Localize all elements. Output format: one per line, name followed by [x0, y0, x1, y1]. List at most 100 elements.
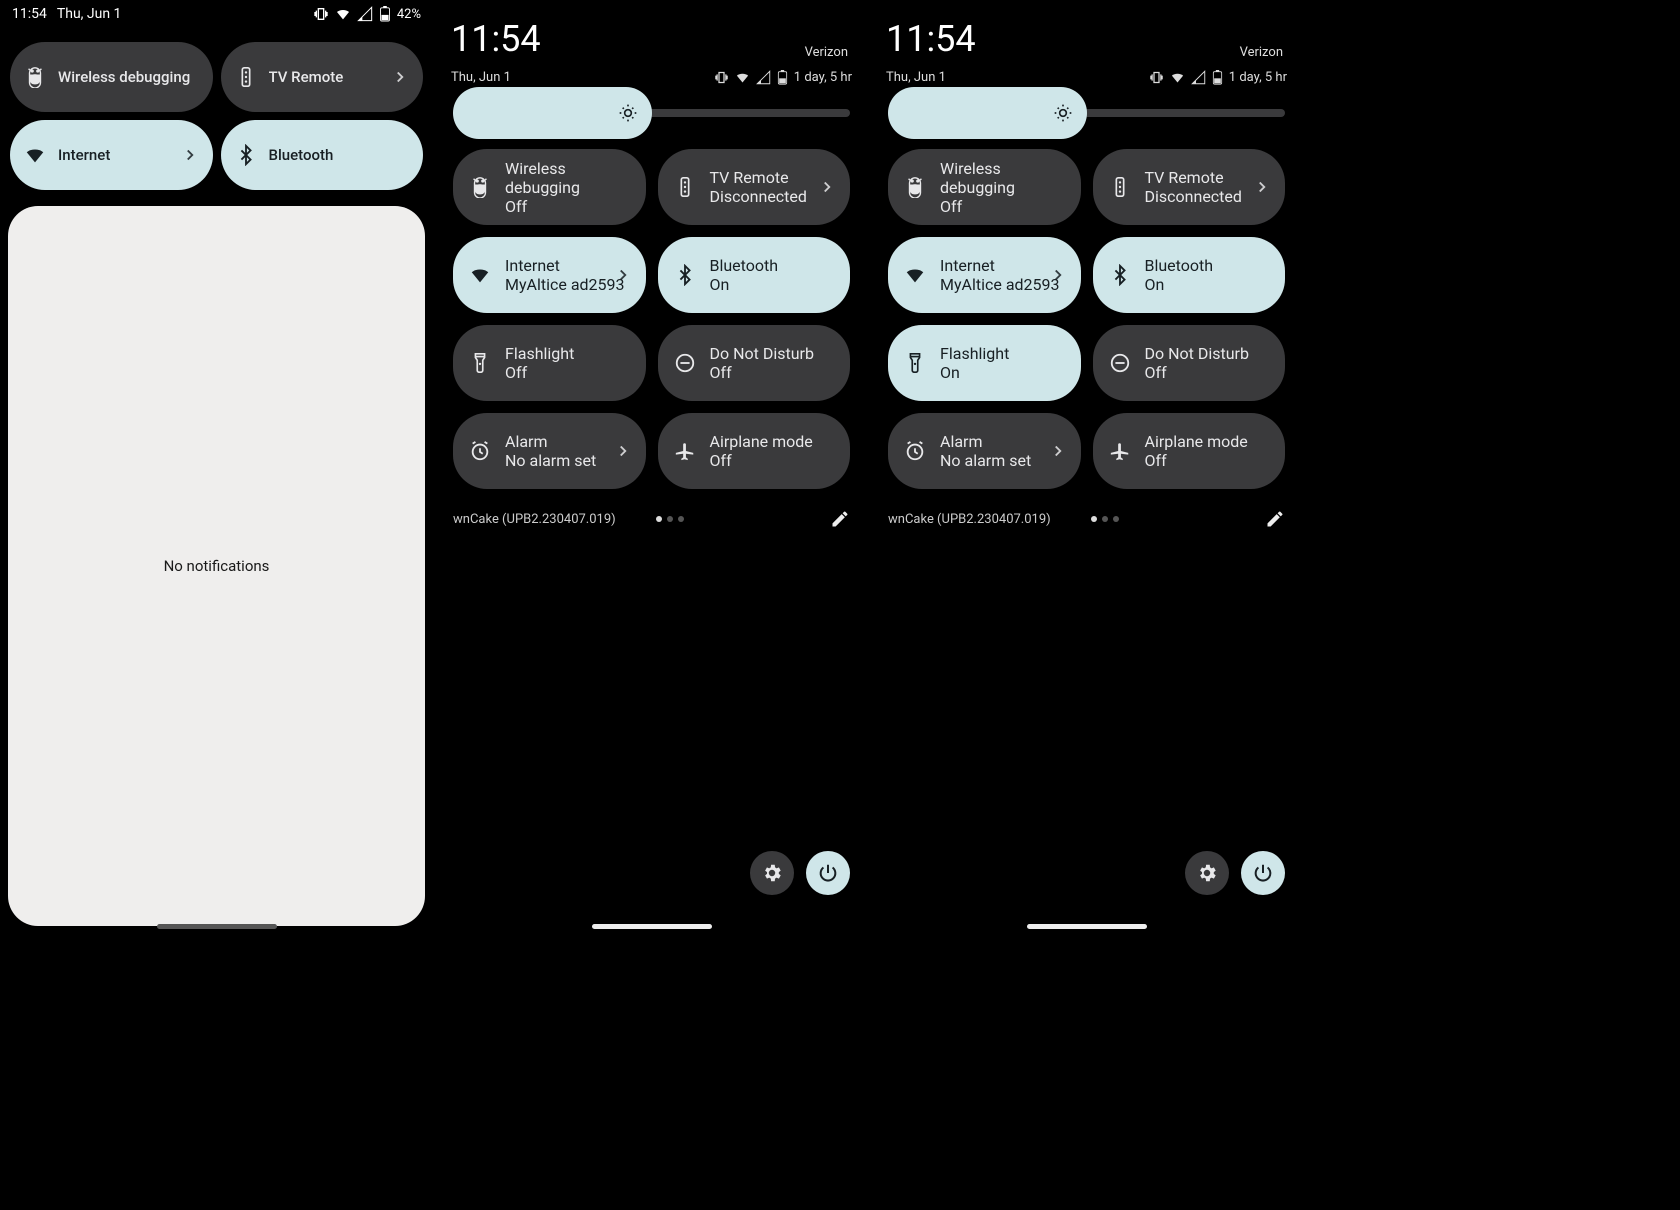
wifi-icon — [469, 264, 491, 286]
build-label: wnCake (UPB2.230407.019) — [888, 512, 1051, 527]
chevron-right-icon — [614, 442, 632, 460]
bluetooth-icon — [674, 264, 696, 286]
wifi-icon — [735, 70, 750, 85]
tile-sublabel: Off — [1145, 363, 1249, 382]
no-notifications-text: No notifications — [164, 557, 270, 575]
tile-airplane-mode[interactable]: Airplane modeOff — [658, 413, 851, 489]
date-label: Thu, Jun 1 — [886, 70, 946, 85]
tile-wireless-debugging[interactable]: Wireless debuggingOff — [453, 149, 646, 225]
bluetooth-icon — [235, 144, 257, 166]
clock: 11:54 — [451, 18, 541, 60]
brightness-icon — [618, 103, 638, 123]
tile-label: Bluetooth — [710, 256, 779, 275]
quick-tiles-grid: Wireless debuggingOffTV RemoteDisconnect… — [870, 127, 1303, 499]
tile-alarm[interactable]: AlarmNo alarm set — [888, 413, 1081, 489]
chevron-right-icon — [818, 178, 836, 196]
tile-bluetooth[interactable]: Bluetooth — [221, 120, 424, 190]
battery-pct: 42% — [397, 7, 421, 22]
signal-icon — [1191, 70, 1206, 85]
settings-button[interactable] — [1185, 851, 1229, 895]
brightness-slider[interactable] — [888, 109, 1285, 117]
tile-bluetooth[interactable]: BluetoothOn — [658, 237, 851, 313]
airplane-icon — [1109, 440, 1131, 462]
tile-label: Flashlight — [505, 344, 574, 363]
tile-sublabel: Off — [505, 363, 574, 382]
tile-label: Wireless debugging — [505, 159, 630, 197]
tile-wireless-debugging[interactable]: Wireless debugging — [10, 42, 213, 112]
tile-label: Wireless debugging — [940, 159, 1065, 197]
tile-label: Do Not Disturb — [710, 344, 814, 363]
brightness-icon — [1053, 103, 1073, 123]
battery-icon — [1212, 70, 1223, 85]
tile-sublabel: No alarm set — [505, 451, 596, 470]
tile-sublabel: On — [1145, 275, 1214, 294]
power-button[interactable] — [806, 851, 850, 895]
tile-flashlight[interactable]: FlashlightOff — [453, 325, 646, 401]
vibrate-icon — [1149, 70, 1164, 85]
edit-tiles-button[interactable] — [1265, 509, 1285, 529]
status-time: 11:54 — [12, 6, 47, 22]
chevron-right-icon — [614, 266, 632, 284]
pager-dots[interactable] — [1091, 516, 1119, 522]
brightness-slider[interactable] — [453, 109, 850, 117]
nav-handle[interactable] — [157, 924, 277, 929]
settings-button[interactable] — [750, 851, 794, 895]
carrier-label: Verizon — [1240, 45, 1283, 60]
tile-label: Internet — [58, 146, 199, 164]
dnd-icon — [1109, 352, 1131, 374]
tile-tv-remote[interactable]: TV RemoteDisconnected — [1093, 149, 1286, 225]
alarm-icon — [469, 440, 491, 462]
dnd-icon — [674, 352, 696, 374]
quick-tiles-grid: Wireless debuggingOffTV RemoteDisconnect… — [435, 127, 868, 499]
tile-do-not-disturb[interactable]: Do Not DisturbOff — [1093, 325, 1286, 401]
bluetooth-icon — [1109, 264, 1131, 286]
qs-header: 11:54 Verizon Thu, Jun 1 1 day, 5 hr — [870, 0, 1303, 91]
tile-wireless-debugging[interactable]: Wireless debuggingOff — [888, 149, 1081, 225]
quick-tiles-row: Wireless debugging TV Remote Internet Bluet… — [0, 26, 433, 200]
tile-bluetooth[interactable]: BluetoothOn — [1093, 237, 1286, 313]
remote-icon — [674, 176, 696, 198]
edit-tiles-button[interactable] — [830, 509, 850, 529]
chevron-right-icon — [391, 68, 409, 86]
pager-dots[interactable] — [656, 516, 684, 522]
tile-tv-remote[interactable]: TV RemoteDisconnected — [658, 149, 851, 225]
tile-label: TV Remote — [269, 68, 410, 86]
nav-handle[interactable] — [592, 924, 712, 929]
tile-label: Bluetooth — [1145, 256, 1214, 275]
tile-tv-remote[interactable]: TV Remote — [221, 42, 424, 112]
chevron-right-icon — [1049, 442, 1067, 460]
tile-label: Wireless debugging — [58, 68, 199, 86]
alarm-icon — [904, 440, 926, 462]
tile-sublabel: MyAltice ad2593 — [505, 275, 625, 294]
battery-icon — [777, 70, 788, 85]
tile-internet[interactable]: Internet — [10, 120, 213, 190]
adb-icon — [24, 66, 46, 88]
airplane-icon — [674, 440, 696, 462]
quick-settings-expanded-a: 11:54 Verizon Thu, Jun 1 1 day, 5 hr Wir… — [435, 0, 868, 935]
tile-sublabel: Disconnected — [710, 187, 807, 206]
tile-label: Alarm — [505, 432, 596, 451]
tile-alarm[interactable]: AlarmNo alarm set — [453, 413, 646, 489]
tile-label: Alarm — [940, 432, 1031, 451]
adb-icon — [469, 176, 491, 198]
tile-label: Internet — [505, 256, 625, 275]
power-button[interactable] — [1241, 851, 1285, 895]
qs-footer: wnCake (UPB2.230407.019) — [435, 499, 868, 539]
tile-sublabel: On — [710, 275, 779, 294]
tile-do-not-disturb[interactable]: Do Not DisturbOff — [658, 325, 851, 401]
tile-internet[interactable]: InternetMyAltice ad2593 — [453, 237, 646, 313]
tile-sublabel: Off — [940, 197, 1065, 216]
signal-icon — [756, 70, 771, 85]
wifi-icon — [904, 264, 926, 286]
carrier-label: Verizon — [805, 45, 848, 60]
notification-panel[interactable]: No notifications — [8, 206, 425, 926]
remote-icon — [1109, 176, 1131, 198]
flashlight-icon — [469, 352, 491, 374]
tile-sublabel: Off — [505, 197, 630, 216]
tile-flashlight[interactable]: FlashlightOn — [888, 325, 1081, 401]
nav-handle[interactable] — [1027, 924, 1147, 929]
tile-airplane-mode[interactable]: Airplane modeOff — [1093, 413, 1286, 489]
tile-internet[interactable]: InternetMyAltice ad2593 — [888, 237, 1081, 313]
signal-icon — [357, 6, 373, 22]
adb-icon — [904, 176, 926, 198]
